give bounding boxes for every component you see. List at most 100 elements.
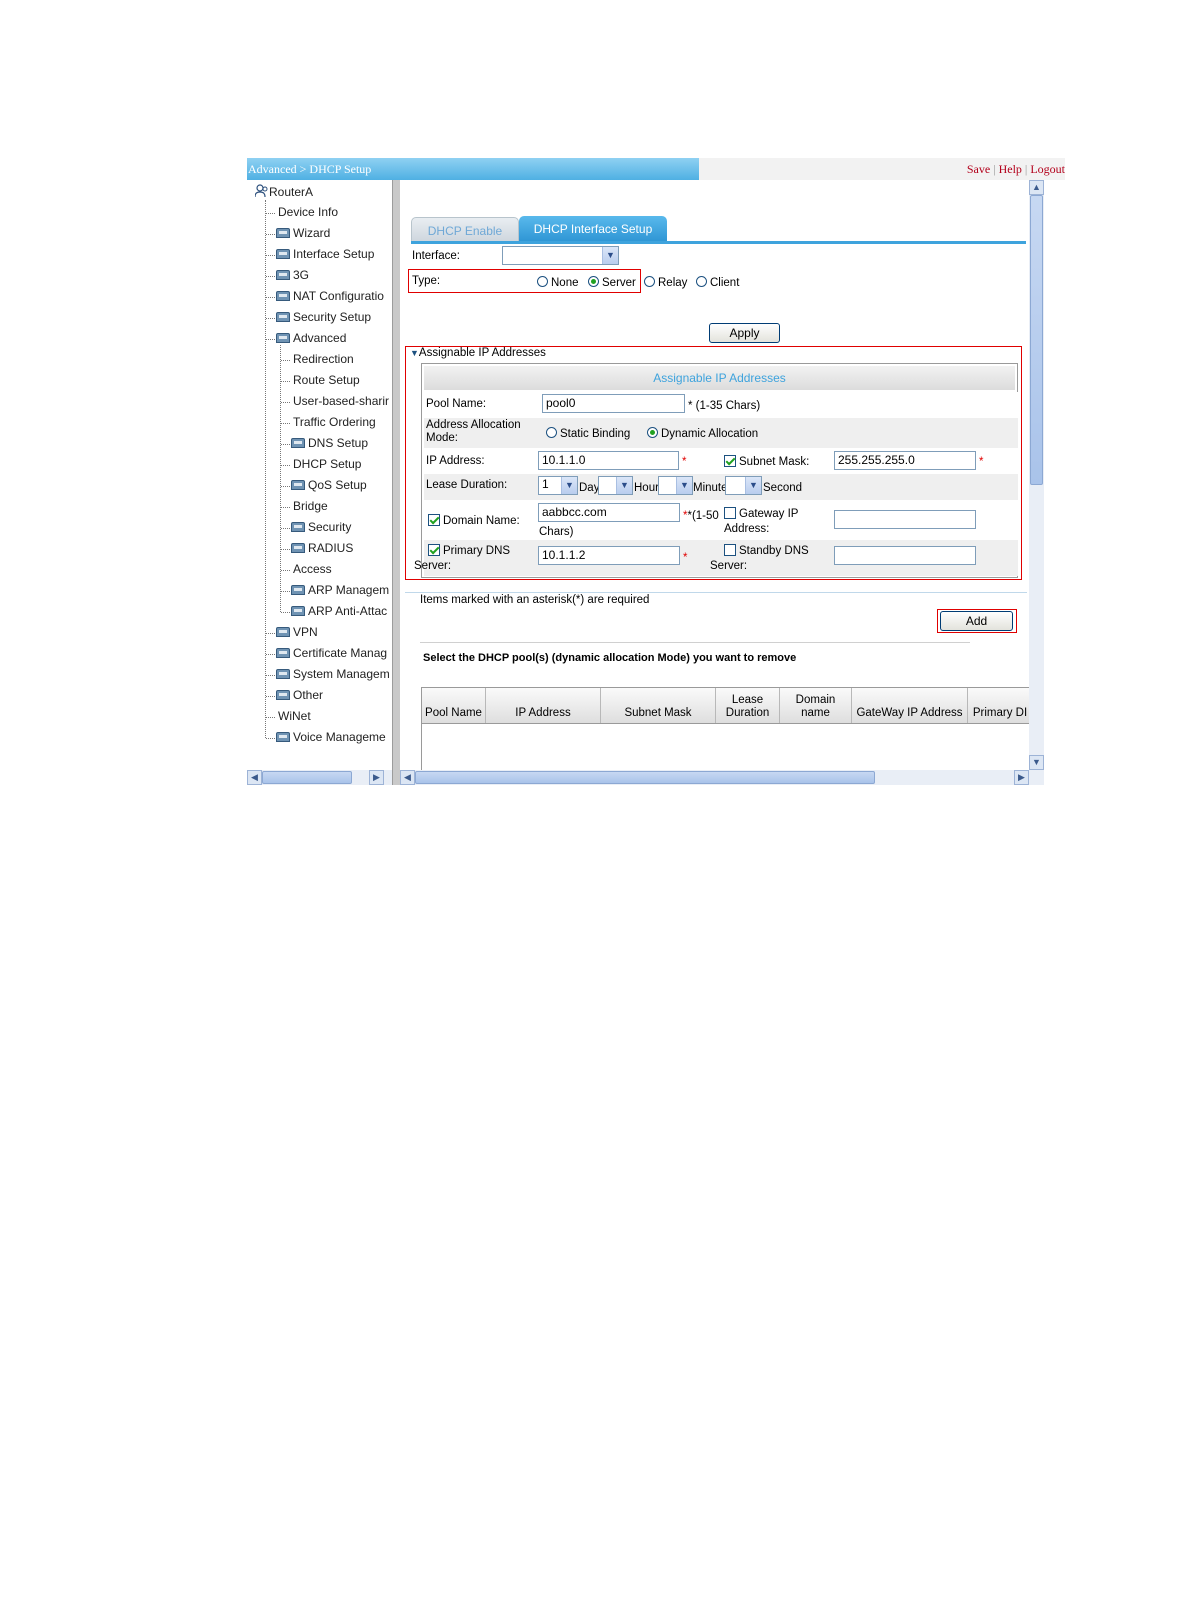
sidebar-item-label: Wizard bbox=[293, 226, 331, 240]
sidebar-item-arp-managem[interactable]: ARP Managem bbox=[291, 583, 389, 597]
lease-minute-select[interactable]: ▼ bbox=[658, 476, 693, 495]
tree-connector bbox=[266, 717, 275, 718]
sidebar-item-security-setup[interactable]: Security Setup bbox=[276, 310, 371, 324]
alloc-label-line2: Mode: bbox=[426, 432, 458, 444]
second-unit-label: Second bbox=[763, 482, 803, 494]
scroll-left-arrow-icon[interactable]: ◀ bbox=[247, 770, 262, 785]
domain-name-label: Domain Name: bbox=[443, 515, 520, 527]
scrollbar-thumb[interactable] bbox=[415, 771, 875, 784]
domain-name-hint-2: Chars) bbox=[539, 526, 574, 538]
sidebar-item-label: RADIUS bbox=[308, 541, 354, 555]
alloc-label: Address Allocation Mode: bbox=[426, 419, 521, 445]
required-asterisk: * bbox=[979, 456, 984, 468]
checkbox-icon bbox=[724, 507, 736, 519]
type-client-label: Client bbox=[710, 277, 740, 289]
tab-dhcp-interface-setup[interactable]: DHCP Interface Setup bbox=[519, 216, 667, 242]
main-horizontal-scrollbar[interactable]: ◀ ▶ bbox=[400, 770, 1044, 785]
sidebar-item-nat-configuratio[interactable]: NAT Configuratio bbox=[276, 289, 384, 303]
lease-second-select[interactable]: ▼ bbox=[725, 476, 762, 495]
sidebar-item-voice-manageme[interactable]: Voice Manageme bbox=[276, 730, 386, 744]
subnet-mask-checkbox[interactable]: Subnet Mask: bbox=[724, 455, 809, 468]
interface-select[interactable]: ▼ bbox=[502, 246, 619, 265]
checkbox-checked-icon bbox=[428, 514, 440, 526]
sidebar-item-dhcp-setup[interactable]: DHCP Setup bbox=[291, 457, 361, 471]
sidebar-item-label: Certificate Manag bbox=[293, 646, 388, 660]
lease-hour-select[interactable]: ▼ bbox=[598, 476, 633, 495]
help-link[interactable]: Help bbox=[999, 162, 1022, 176]
tree-connector bbox=[281, 444, 290, 445]
sidebar-item-qos-setup[interactable]: QoS Setup bbox=[291, 478, 367, 492]
tree-connector bbox=[266, 318, 275, 319]
sidebar-item-route-setup[interactable]: Route Setup bbox=[291, 373, 360, 387]
scrollbar-thumb[interactable] bbox=[1030, 195, 1043, 485]
sidebar-item-advanced[interactable]: Advanced bbox=[276, 331, 346, 345]
sidebar-item-dns-setup[interactable]: DNS Setup bbox=[291, 436, 368, 450]
type-server-radio[interactable]: Server bbox=[588, 276, 636, 289]
sidebar-item-label: NAT Configuratio bbox=[293, 289, 384, 303]
top-bar: Advanced > DHCP Setup Save | Help | Logout bbox=[247, 158, 1065, 180]
standby-dns-input[interactable] bbox=[834, 546, 976, 565]
sidebar-item-interface-setup[interactable]: Interface Setup bbox=[276, 247, 374, 261]
scrollbar-thumb[interactable] bbox=[262, 771, 352, 784]
tree-connector bbox=[281, 381, 290, 382]
save-link[interactable]: Save bbox=[967, 162, 990, 176]
type-relay-radio[interactable]: Relay bbox=[644, 276, 687, 289]
tree-root[interactable]: RouterA bbox=[255, 184, 313, 199]
lease-day-value: 1 bbox=[542, 477, 549, 491]
user-group-icon bbox=[255, 184, 268, 198]
sidebar-item-label: Security Setup bbox=[293, 310, 372, 324]
static-binding-radio[interactable]: Static Binding bbox=[546, 427, 630, 440]
radio-icon bbox=[644, 276, 655, 287]
sidebar-item-device-info[interactable]: Device Info bbox=[276, 205, 338, 219]
logout-link[interactable]: Logout bbox=[1030, 162, 1065, 176]
scroll-down-arrow-icon[interactable]: ▼ bbox=[1029, 755, 1044, 770]
sidebar-item-security[interactable]: Security bbox=[291, 520, 351, 534]
standby-dns-checkbox[interactable]: Standby DNS Server: bbox=[710, 544, 809, 574]
sidebar-item-certificate-manag[interactable]: Certificate Manag bbox=[276, 646, 387, 660]
folder-icon bbox=[276, 333, 290, 343]
tab-dhcp-enable[interactable]: DHCP Enable bbox=[411, 217, 519, 242]
chevron-down-icon: ▼ bbox=[745, 477, 761, 494]
sidebar-item-traffic-ordering[interactable]: Traffic Ordering bbox=[291, 415, 376, 429]
sidebar-item-user-based-sharir[interactable]: User-based-sharir bbox=[291, 394, 389, 408]
sidebar-item-other[interactable]: Other bbox=[276, 688, 323, 702]
nav-horizontal-scrollbar[interactable]: ◀ ▶ bbox=[247, 770, 392, 785]
tree-connector bbox=[266, 696, 275, 697]
scroll-left-arrow-icon[interactable]: ◀ bbox=[400, 770, 415, 785]
sidebar-item-winet[interactable]: WiNet bbox=[276, 709, 311, 723]
sidebar-item-vpn[interactable]: VPN bbox=[276, 625, 318, 639]
add-button[interactable]: Add bbox=[940, 611, 1013, 631]
dynamic-allocation-radio[interactable]: Dynamic Allocation bbox=[647, 427, 758, 440]
gateway-ip-input[interactable] bbox=[834, 510, 976, 529]
pool-name-input[interactable]: pool0 bbox=[542, 394, 685, 413]
tree-connector bbox=[266, 654, 275, 655]
scroll-right-arrow-icon[interactable]: ▶ bbox=[1014, 770, 1029, 785]
scroll-up-arrow-icon[interactable]: ▲ bbox=[1029, 180, 1044, 195]
subnet-mask-input[interactable]: 255.255.255.0 bbox=[834, 451, 976, 470]
apply-button[interactable]: Apply bbox=[709, 323, 780, 343]
gateway-ip-checkbox[interactable]: Gateway IP Address: bbox=[724, 507, 798, 537]
main-vertical-scrollbar[interactable]: ▲ ▼ bbox=[1029, 180, 1044, 770]
sidebar-item-access[interactable]: Access bbox=[291, 562, 332, 576]
type-client-radio[interactable]: Client bbox=[696, 276, 739, 289]
breadcrumb: Advanced > DHCP Setup bbox=[247, 158, 699, 180]
primary-dns-input[interactable]: 10.1.1.2 bbox=[538, 546, 680, 565]
domain-name-input[interactable]: aabbcc.com bbox=[538, 503, 680, 522]
type-none-radio[interactable]: None bbox=[537, 276, 579, 289]
ip-address-input[interactable]: 10.1.1.0 bbox=[538, 451, 679, 470]
folder-icon bbox=[276, 648, 290, 658]
sidebar-item-label: ARP Anti-Attac bbox=[308, 604, 388, 618]
sidebar-item-redirection[interactable]: Redirection bbox=[291, 352, 354, 366]
primary-dns-checkbox[interactable]: Primary DNS Server: bbox=[414, 544, 510, 574]
sidebar-item-bridge[interactable]: Bridge bbox=[291, 499, 328, 513]
scroll-right-arrow-icon[interactable]: ▶ bbox=[369, 770, 384, 785]
sidebar-item-3g[interactable]: 3G bbox=[276, 268, 309, 282]
sidebar-item-system-managem[interactable]: System Managem bbox=[276, 667, 390, 681]
lease-day-select[interactable]: 1 ▼ bbox=[538, 476, 578, 495]
sidebar-item-radius[interactable]: RADIUS bbox=[291, 541, 353, 555]
assignable-section-toggle[interactable]: ▼Assignable IP Addresses bbox=[410, 347, 546, 359]
domain-name-checkbox[interactable]: Domain Name: bbox=[428, 514, 520, 527]
sidebar-item-wizard[interactable]: Wizard bbox=[276, 226, 330, 240]
sidebar-item-label: DNS Setup bbox=[308, 436, 369, 450]
sidebar-item-arp-anti-attac[interactable]: ARP Anti-Attac bbox=[291, 604, 387, 618]
